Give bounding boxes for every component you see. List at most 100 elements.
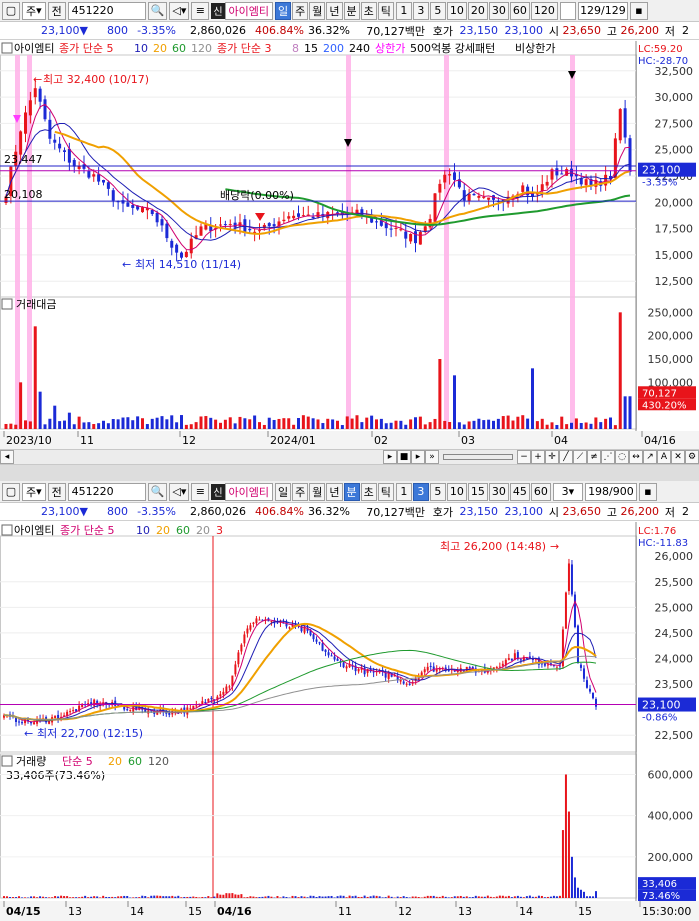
period-tab-6[interactable]: 틱 xyxy=(377,1,394,20)
play-prev-icon[interactable]: ▸ xyxy=(383,450,397,464)
search-icon[interactable]: 🔍 xyxy=(147,1,168,20)
pane-divider[interactable] xyxy=(0,465,699,481)
speaker-icon[interactable]: ◁▾ xyxy=(169,1,190,20)
delete-icon[interactable]: ✕ xyxy=(671,450,685,464)
draw-line-icon[interactable]: ╱ xyxy=(559,450,573,464)
price-tick-label: 30,000 xyxy=(655,91,694,104)
crosshair-icon[interactable]: ✛ xyxy=(545,450,559,464)
volume-bar xyxy=(453,375,456,429)
interval-button-5[interactable]: 30 xyxy=(488,1,509,20)
candle-body xyxy=(248,228,252,231)
volume-bar xyxy=(276,896,279,898)
interval-button-2[interactable]: 5 xyxy=(429,482,446,501)
fibonacci-icon[interactable]: ⋰ xyxy=(601,450,615,464)
period-tab-3[interactable]: 년 xyxy=(326,1,343,20)
add-icon[interactable]: ▪ xyxy=(638,482,657,501)
zoom-out-icon[interactable]: − xyxy=(517,450,531,464)
arrow-icon[interactable]: ↗ xyxy=(643,450,657,464)
draw-trend-icon[interactable]: ⟋ xyxy=(573,450,587,464)
candle-body xyxy=(199,226,203,236)
volume-bar xyxy=(75,897,78,898)
period-tab-1[interactable]: 주 xyxy=(292,1,309,20)
interval-spin[interactable] xyxy=(559,1,576,20)
interval-button-4[interactable]: 20 xyxy=(467,1,488,20)
interval-select[interactable]: 3 ▾ xyxy=(552,482,583,501)
interval-button-3[interactable]: 10 xyxy=(446,1,467,20)
interval-button-7[interactable]: 120 xyxy=(530,1,558,20)
date-label: 2023/10 xyxy=(6,434,52,447)
market-type-select[interactable]: 주 ▾ xyxy=(22,482,46,501)
volume-bar xyxy=(468,897,471,898)
fast-forward-icon[interactable]: » xyxy=(425,450,439,464)
volume-bar xyxy=(4,423,8,429)
period-tab-5[interactable]: 초 xyxy=(360,1,377,20)
volume-bar xyxy=(57,896,60,898)
period-tab-3[interactable]: 년 xyxy=(326,482,343,501)
period-tab-4[interactable]: 분 xyxy=(343,1,360,20)
stock-name[interactable]: 신 아이엠티 xyxy=(211,1,274,20)
volume-bar xyxy=(204,416,208,429)
period-tab-6[interactable]: 틱 xyxy=(377,482,394,501)
text-icon[interactable]: A xyxy=(657,450,671,464)
interval-button-5[interactable]: 30 xyxy=(488,482,509,501)
period-tab-2[interactable]: 월 xyxy=(309,1,326,20)
volume-bar xyxy=(67,412,71,429)
scroll-left-icon[interactable]: ◂ xyxy=(0,450,14,464)
interval-button-2[interactable]: 5 xyxy=(429,1,446,20)
period-tab-2[interactable]: 월 xyxy=(309,482,326,501)
candle-body xyxy=(131,205,135,208)
candle-body xyxy=(555,666,558,668)
interval-button-6[interactable]: 60 xyxy=(509,1,530,20)
candle-body xyxy=(19,131,23,155)
list-icon[interactable]: ≡ xyxy=(191,482,210,501)
interval-button-1[interactable]: 3 xyxy=(412,482,429,501)
list-icon[interactable]: ≡ xyxy=(191,1,210,20)
prev-button[interactable]: 전 xyxy=(47,1,66,20)
zoom-slider[interactable] xyxy=(443,454,513,460)
minute-candle-chart[interactable]: 26,000 25,500 25,000 24,500 24,000 23,500 22,5… xyxy=(0,522,699,921)
volume-bar xyxy=(486,895,489,898)
prev-button[interactable]: 전 xyxy=(47,482,66,501)
daily-candle-chart[interactable]: 32,50030,00027,50025,00022,50020,00017,5… xyxy=(0,41,699,449)
volume-bar xyxy=(604,418,608,429)
interval-button-0[interactable]: 1 xyxy=(395,1,412,20)
draw-channel-icon[interactable]: ≠ xyxy=(587,450,601,464)
period-tab-5[interactable]: 초 xyxy=(360,482,377,501)
volume-bar xyxy=(402,896,405,898)
measure-icon[interactable]: ↔ xyxy=(629,450,643,464)
market-type-select[interactable]: 주 ▾ xyxy=(22,1,46,20)
volume-bar xyxy=(394,420,398,429)
window-icon[interactable]: ▢ xyxy=(2,482,20,501)
interval-button-7[interactable]: 60 xyxy=(530,482,551,501)
stock-name[interactable]: 신 아이엠티 xyxy=(211,482,274,501)
interval-button-0[interactable]: 1 xyxy=(395,482,412,501)
time-label: 11 xyxy=(338,905,352,918)
stock-code-input[interactable]: 451220 xyxy=(67,482,146,501)
speaker-icon[interactable]: ◁▾ xyxy=(169,482,190,501)
interval-button-3[interactable]: 10 xyxy=(446,482,467,501)
window-icon[interactable]: ▢ xyxy=(2,1,20,20)
stock-code-input[interactable]: 451220 xyxy=(67,1,146,20)
stop-icon[interactable]: ■ xyxy=(397,450,411,464)
play-icon[interactable]: ▸ xyxy=(411,450,425,464)
interval-button-1[interactable]: 3 xyxy=(412,1,429,20)
volume-bar xyxy=(219,894,222,898)
period-tab-1[interactable]: 주 xyxy=(292,482,309,501)
search-icon[interactable]: 🔍 xyxy=(147,482,168,501)
volume-bar xyxy=(223,419,227,429)
zoom-in-icon[interactable]: + xyxy=(531,450,545,464)
chart-scrollbar[interactable]: ◂ ▸ ■ ▸ » − + ✛ ╱ ⟋ ≠ ⋰ ◌ ↔ ↗ A ✕ ⚙ xyxy=(0,449,699,465)
period-tab-0[interactable]: 일 xyxy=(275,1,292,20)
add-icon[interactable]: ▪ xyxy=(629,1,648,20)
period-tab-4[interactable]: 분 xyxy=(343,482,360,501)
volume-bar xyxy=(354,895,357,898)
settings-icon[interactable]: ⚙ xyxy=(685,450,699,464)
volume-bar xyxy=(331,419,335,429)
volume-bar xyxy=(78,897,81,898)
period-tab-0[interactable]: 일 xyxy=(275,482,292,501)
interval-button-6[interactable]: 45 xyxy=(509,482,530,501)
ellipse-icon[interactable]: ◌ xyxy=(615,450,629,464)
candle-body xyxy=(414,231,417,244)
candle-body xyxy=(399,680,402,682)
interval-button-4[interactable]: 15 xyxy=(467,482,488,501)
